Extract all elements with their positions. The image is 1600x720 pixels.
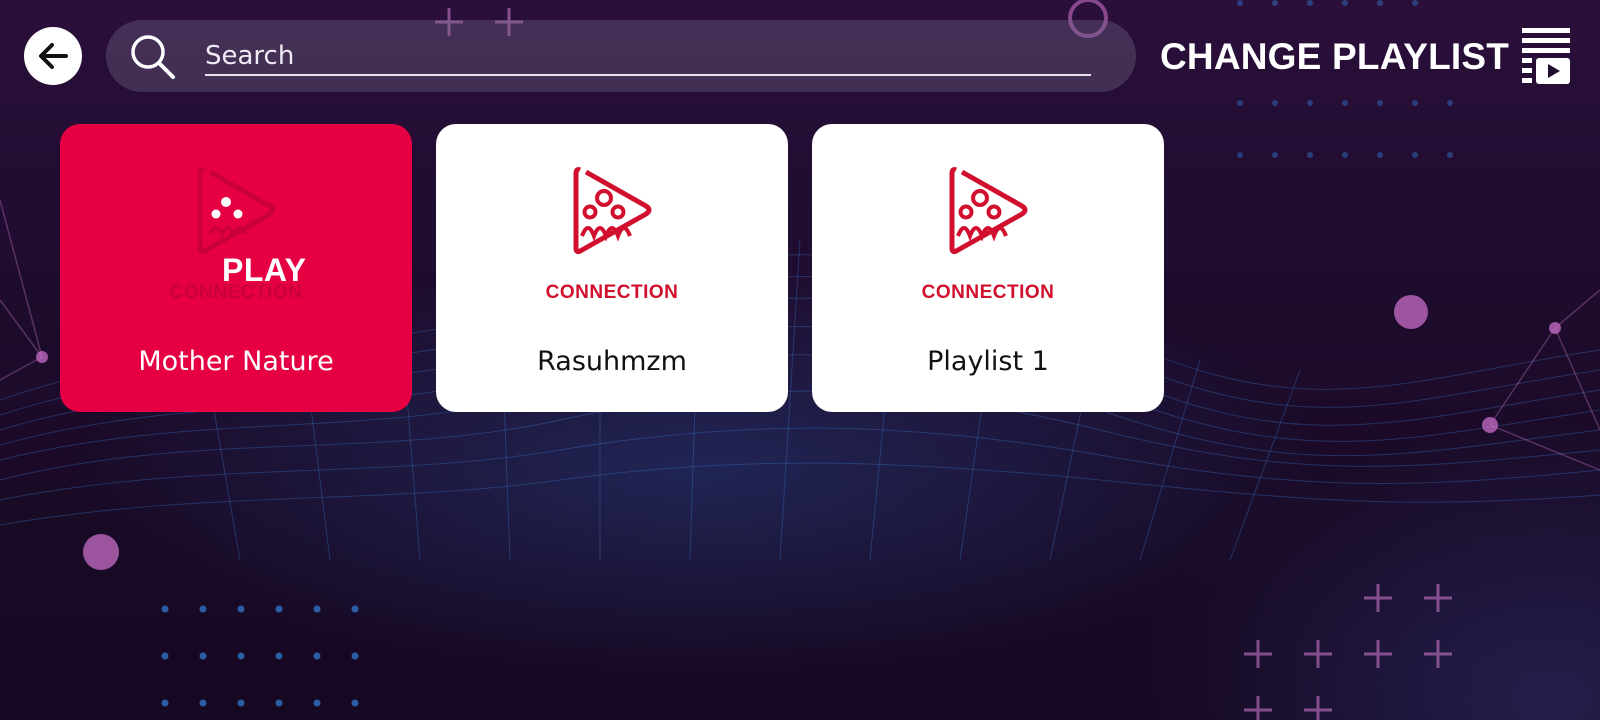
search-input[interactable]: [205, 38, 1091, 76]
back-button[interactable]: [24, 27, 82, 85]
playlist-name: Mother Nature: [138, 346, 334, 377]
card-brand-label: CONNECTION: [545, 282, 679, 303]
connection-logo-icon: [436, 162, 788, 262]
playlist-card-mother-nature[interactable]: PLAY CONNECTION Mother Nature: [60, 124, 412, 412]
search-bar[interactable]: [106, 20, 1136, 92]
playlist-play-icon[interactable]: [1520, 26, 1572, 86]
playlist-card-playlist-1[interactable]: CONNECTION Playlist 1: [812, 124, 1164, 412]
playlist-name: Playlist 1: [927, 346, 1049, 377]
playlist-card-rasuhmzm[interactable]: CONNECTION Rasuhmzm: [436, 124, 788, 412]
connection-logo-icon: [60, 162, 412, 262]
change-playlist-label[interactable]: CHANGE PLAYLIST: [1160, 36, 1509, 78]
playlist-grid: PLAY CONNECTION Mother Nature CONNECTION…: [60, 124, 1164, 412]
card-brand-label: CONNECTION: [921, 282, 1055, 303]
connection-logo-icon: [812, 162, 1164, 262]
arrow-left-icon: [39, 43, 68, 69]
playlist-name: Rasuhmzm: [537, 346, 687, 377]
card-brand-label: CONNECTION: [169, 282, 303, 303]
search-icon: [131, 35, 175, 79]
